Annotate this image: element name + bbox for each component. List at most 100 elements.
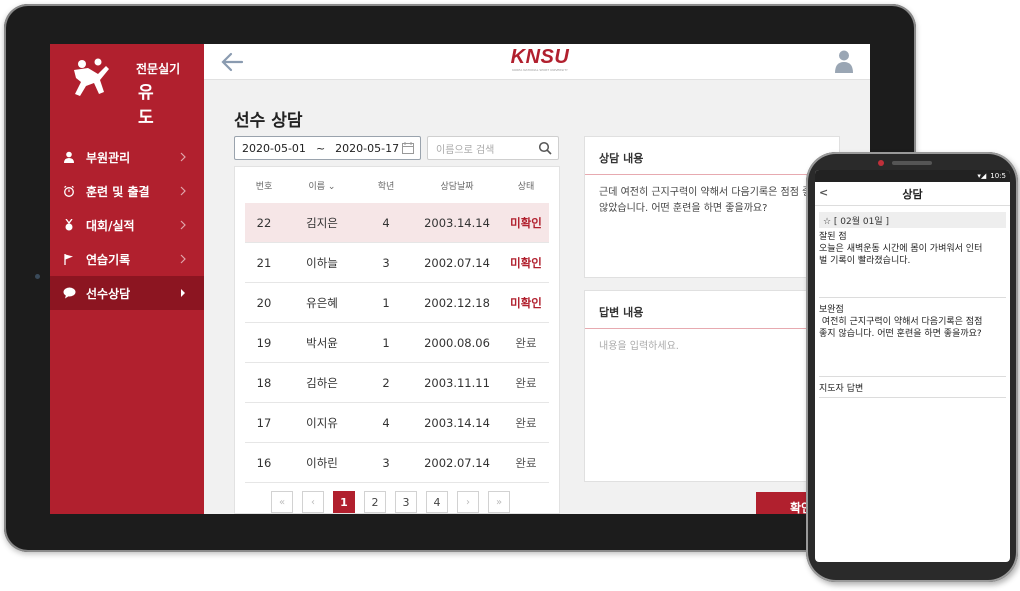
brand: 전문실기 유도 (64, 54, 194, 128)
page-button-1[interactable]: 1 (333, 491, 355, 513)
consult-content-title: 상담 내용 (599, 152, 644, 165)
table-row[interactable]: 18 김하은 2 2003.11.11 완료 (245, 363, 549, 403)
reply-textarea[interactable]: 내용을 입력하세요. (599, 339, 829, 355)
col-header-no: 번호 (255, 181, 273, 192)
last-page-button[interactable]: » (488, 491, 510, 513)
cell-grade: 1 (382, 295, 390, 310)
date-from: 2020-05-01 (242, 141, 306, 155)
table-row[interactable]: 21 이하늘 3 2002.07.14 미확인 (245, 243, 549, 283)
cell-no: 20 (256, 295, 272, 310)
tablet-device: 전문실기 유도 부원관리 훈련 및 출결 대회/실적 연습기록 선수상담 KNS… (4, 4, 916, 552)
table-row[interactable]: 17 이지유 4 2003.14.14 완료 (245, 403, 549, 443)
cell-grade: 4 (382, 415, 390, 430)
name-search-input[interactable]: 이름으로 검색 (427, 136, 559, 160)
cell-no: 18 (256, 375, 272, 390)
col-header-name[interactable]: 이름 ⌄ (283, 179, 361, 192)
tablet-camera (35, 274, 40, 279)
sidebar-item-label: 연습기록 (86, 252, 131, 267)
calendar-icon[interactable] (402, 142, 414, 154)
cell-date: 2002.07.14 (424, 255, 490, 270)
date-range-picker[interactable]: 2020-05-01 ~ 2020-05-17 (234, 136, 421, 160)
sidebar-item-practice-records[interactable]: 연습기록 (50, 242, 204, 276)
search-icon[interactable] (538, 141, 552, 155)
cell-status: 완료 (515, 335, 537, 350)
cell-status: 완료 (515, 375, 537, 390)
phone-title: 상담 (902, 187, 923, 201)
flag-icon (62, 252, 76, 266)
sidebar-item-competitions[interactable]: 대회/실적 (50, 208, 204, 242)
back-arrow-icon[interactable] (220, 50, 246, 74)
medal-icon (62, 218, 76, 232)
cell-status: 미확인 (510, 295, 542, 310)
sidebar-item-training[interactable]: 훈련 및 출결 (50, 174, 204, 208)
improve-title: 보완점 (819, 305, 844, 315)
tablet-screen: 전문실기 유도 부원관리 훈련 및 출결 대회/실적 연습기록 선수상담 KNS… (50, 44, 870, 514)
cell-grade: 1 (382, 335, 390, 350)
phone-device: ▾◢ 10:5 < 상담 ☆ [ 02월 01일 ] 잘된 점 오늘은 새벽운동… (806, 152, 1018, 582)
consult-content-text: 근데 여전히 근지구력이 약해서 다음기록은 점점 좋지 않았습니다. 어떤 훈… (599, 185, 829, 217)
good-line: 벌 기록이 빨라졌습니다. (819, 256, 911, 266)
prev-page-button[interactable]: ‹ (302, 491, 324, 513)
page-button-3[interactable]: 3 (395, 491, 417, 513)
sidebar-item-members[interactable]: 부원관리 (50, 140, 204, 174)
cell-grade: 4 (382, 215, 390, 230)
reply-content-card[interactable]: 답변 내용 내용을 입력하세요. (584, 290, 840, 482)
consult-content-card: 상담 내용 근데 여전히 근지구력이 약해서 다음기록은 점점 좋지 않았습니다… (584, 136, 840, 278)
next-page-button[interactable]: › (457, 491, 479, 513)
cell-name: 김지은 (306, 215, 338, 230)
phone-back-button[interactable]: < (819, 186, 828, 199)
chevron-right-icon (180, 152, 186, 162)
phone-divider (819, 376, 1006, 377)
sidebar-item-label: 대회/실적 (86, 218, 135, 233)
coach-reply-title: 지도자 답변 (819, 384, 864, 394)
person-icon (62, 150, 76, 164)
cell-date: 2002.12.18 (424, 295, 490, 310)
sidebar-item-label: 훈련 및 출결 (86, 184, 150, 199)
date-separator: ~ (315, 141, 326, 155)
cell-no: 21 (256, 255, 272, 270)
col-header-grade: 학년 (377, 181, 395, 192)
phone-date-label: ☆ [ 02월 01일 ] (819, 212, 1006, 228)
cell-name: 이하늘 (306, 255, 338, 270)
cell-status: 미확인 (510, 255, 542, 270)
sidebar-item-athlete-counseling[interactable]: 선수상담 (50, 276, 204, 310)
phone-good-section: 잘된 점 오늘은 새벽운동 시간에 몸이 가벼워서 인터 벌 기록이 빨라졌습니… (815, 231, 1010, 267)
judo-emblem-icon (74, 58, 109, 96)
phone-header: < 상담 (815, 182, 1010, 206)
first-page-button[interactable]: « (271, 491, 293, 513)
cell-grade: 3 (382, 455, 390, 470)
card-divider (585, 174, 839, 175)
table-row[interactable]: 16 이하린 3 2002.07.14 완료 (245, 443, 549, 483)
chat-bubble-icon (62, 286, 76, 300)
cell-grade: 3 (382, 255, 390, 270)
table-row[interactable]: 22 김지은 4 2003.14.14 미확인 (245, 203, 549, 243)
chevron-right-icon (180, 220, 186, 230)
top-header: KNSU KOREA NATIONAL SPORT UNIVERSITY (204, 44, 870, 80)
user-profile-icon[interactable] (834, 49, 854, 73)
search-placeholder: 이름으로 검색 (436, 144, 495, 156)
sidebar-nav: 부원관리 훈련 및 출결 대회/실적 연습기록 선수상담 (50, 140, 204, 310)
chevron-right-icon (181, 289, 185, 297)
phone-status-bar: ▾◢ 10:5 (815, 170, 1010, 182)
pagination: « ‹ 1 2 3 4 › » (271, 491, 519, 513)
cell-name: 김하은 (306, 375, 338, 390)
page-button-4[interactable]: 4 (426, 491, 448, 513)
reply-content-title: 답변 내용 (599, 306, 644, 319)
page-button-2[interactable]: 2 (364, 491, 386, 513)
good-line: 오늘은 새벽운동 시간에 몸이 가벼워서 인터 (819, 244, 983, 254)
cell-name: 박서윤 (306, 335, 338, 350)
phone-speaker (892, 161, 932, 165)
cell-no: 17 (256, 415, 272, 430)
improve-line: 좋지 않습니다. 어떤 훈련을 하면 좋을까요? (819, 329, 982, 339)
table-row[interactable]: 19 박서윤 1 2000.08.06 완료 (245, 323, 549, 363)
logo-subtext: KOREA NATIONAL SPORT UNIVERSITY (512, 68, 568, 72)
chevron-right-icon (180, 254, 186, 264)
consult-line: 근데 여전히 근지구력이 약해서 다음기록은 점점 좋지 (599, 187, 821, 198)
cell-name: 이하린 (306, 455, 338, 470)
table-row[interactable]: 20 유은혜 1 2002.12.18 미확인 (245, 283, 549, 323)
logo-text: KNSU (510, 46, 570, 68)
sidebar: 전문실기 유도 부원관리 훈련 및 출결 대회/실적 연습기록 선수상담 (50, 44, 204, 514)
sidebar-item-label: 부원관리 (86, 150, 131, 165)
improve-line: 여전히 근지구력이 약해서 다음기록은 점점 (819, 317, 983, 327)
brand-title: 유도 (138, 83, 174, 128)
